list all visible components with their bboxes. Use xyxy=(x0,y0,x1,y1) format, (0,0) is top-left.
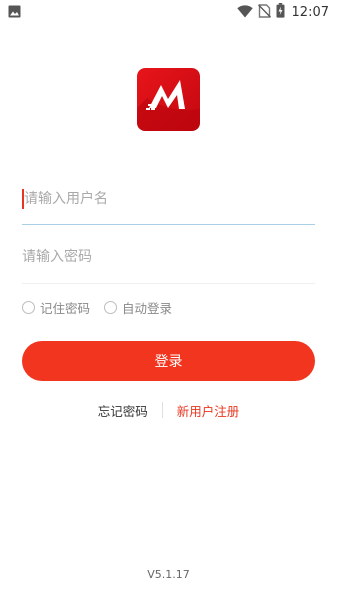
login-button[interactable]: 登录 xyxy=(22,341,315,381)
auto-login-label: 自动登录 xyxy=(122,300,173,316)
forgot-password-link[interactable]: 忘记密码 xyxy=(98,401,162,420)
remember-password-radio[interactable] xyxy=(22,300,35,314)
remember-password-label: 记住密码 xyxy=(40,300,91,316)
text-cursor xyxy=(22,189,24,209)
account-links: 忘记密码 新用户注册 xyxy=(0,400,337,420)
username-field[interactable] xyxy=(22,179,315,219)
remember-password-option[interactable]: 记住密码 xyxy=(22,298,90,317)
password-underline xyxy=(22,283,315,284)
auto-login-radio[interactable] xyxy=(104,300,118,314)
app-version: V5.1.17 xyxy=(147,568,190,581)
auto-login-option[interactable]: 自动登录 xyxy=(104,298,172,317)
image-icon xyxy=(8,3,21,22)
wifi-icon xyxy=(236,3,253,22)
app-logo xyxy=(137,68,200,131)
status-right: 12:07 xyxy=(236,2,329,22)
status-bar: 12:07 xyxy=(0,0,337,24)
password-input[interactable] xyxy=(22,237,315,277)
register-link[interactable]: 新用户注册 xyxy=(163,401,240,420)
status-time: 12:07 xyxy=(291,4,329,20)
username-underline xyxy=(22,224,315,225)
no-sim-icon xyxy=(257,3,271,22)
battery-icon xyxy=(276,2,285,22)
password-field[interactable] xyxy=(22,237,315,277)
username-input[interactable] xyxy=(22,179,315,219)
login-options: 记住密码 自动登录 xyxy=(22,297,186,317)
app-logo-icon xyxy=(137,68,200,131)
status-left xyxy=(8,3,21,22)
